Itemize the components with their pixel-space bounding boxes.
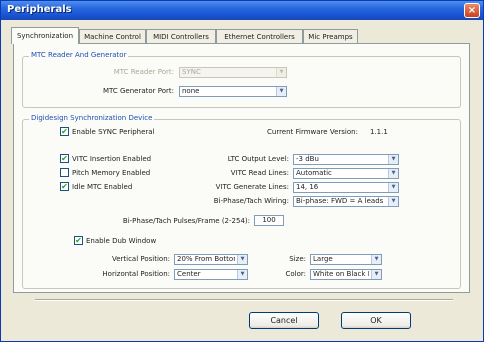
chevron-down-icon: ▼: [371, 270, 381, 279]
checkmark-icon: ✔: [75, 235, 82, 245]
ltc-output-value: -3 dBu: [296, 155, 319, 163]
dub-window-checkbox[interactable]: ✔: [74, 236, 83, 245]
chevron-down-icon: ▼: [237, 270, 247, 279]
tab-midi-controllers[interactable]: MIDI Controllers: [146, 29, 216, 43]
biphase-wiring-label: Bi-Phase/Tach Wiring:: [213, 197, 289, 205]
color-select[interactable]: White on Black Bkgnd ▼: [310, 269, 382, 280]
tab-synchronization[interactable]: Synchronization: [11, 27, 79, 44]
pitch-memory-checkbox[interactable]: [60, 168, 69, 177]
enable-sync-checkbox[interactable]: ✔: [60, 127, 69, 136]
chevron-down-icon: ▼: [276, 87, 286, 96]
chevron-down-icon: ▼: [371, 255, 381, 264]
window-title: Peripherals: [7, 4, 72, 15]
peripherals-dialog: Peripherals × Synchronization Machine Co…: [0, 0, 484, 342]
enable-sync-label: Enable SYNC Peripheral: [72, 128, 155, 136]
checkmark-icon: ✔: [61, 181, 68, 191]
tab-machine-control[interactable]: Machine Control: [79, 29, 146, 43]
vitc-read-value: Automatic: [296, 169, 332, 177]
synchronization-panel: MTC Reader And Generator MTC Reader Port…: [13, 43, 470, 293]
firmware-value: 1.1.1: [370, 128, 388, 136]
mtc-reader-port-label: MTC Reader Port:: [113, 68, 174, 76]
ok-button[interactable]: OK: [341, 312, 411, 329]
vitc-read-select[interactable]: Automatic ▼: [293, 168, 399, 179]
chevron-down-icon: ▼: [388, 197, 398, 206]
sync-device-group-legend: Digidesign Synchronization Device: [29, 114, 155, 122]
size-select[interactable]: Large ▼: [310, 254, 382, 265]
idle-mtc-checkbox[interactable]: ✔: [60, 182, 69, 191]
tab-label: Synchronization: [16, 32, 74, 40]
mtc-reader-port-select: SYNC ▼: [179, 67, 287, 78]
footer-divider: [35, 299, 453, 301]
horizontal-position-label: Horizontal Position:: [102, 270, 170, 278]
color-label: Color:: [285, 270, 306, 278]
dub-window-label: Enable Dub Window: [86, 237, 157, 245]
tab-label: MIDI Controllers: [153, 32, 209, 41]
mtc-generator-port-value: none: [182, 87, 200, 95]
mtc-reader-port-value: SYNC: [182, 68, 201, 76]
tab-ethernet-controllers[interactable]: Ethernet Controllers: [216, 29, 303, 43]
chevron-down-icon: ▼: [237, 255, 247, 264]
cancel-button[interactable]: Cancel: [249, 312, 319, 329]
vitc-read-label: VITC Read Lines:: [230, 169, 289, 177]
vertical-position-value: 20% From Bottom: [177, 255, 235, 263]
close-icon: ×: [467, 4, 477, 16]
vitc-generate-label: VITC Generate Lines:: [215, 183, 289, 191]
pulses-input[interactable]: 100: [254, 215, 284, 226]
pulses-label: Bi-Phase/Tach Pulses/Frame (2-254):: [122, 217, 250, 225]
size-value: Large: [313, 255, 333, 263]
chevron-down-icon: ▼: [388, 169, 398, 178]
tab-label: Machine Control: [84, 32, 141, 41]
biphase-wiring-value: Bi-phase: FWD = A leads: [296, 197, 384, 205]
ltc-output-label: LTC Output Level:: [227, 155, 289, 163]
idle-mtc-label: Idle MTC Enabled: [72, 183, 133, 191]
chevron-down-icon: ▼: [388, 183, 398, 192]
tab-label: Mic Preamps: [308, 32, 353, 41]
firmware-label: Current Firmware Version:: [267, 128, 358, 136]
tab-label: Ethernet Controllers: [224, 32, 295, 41]
mtc-generator-port-select[interactable]: none ▼: [179, 86, 287, 97]
close-button[interactable]: ×: [464, 3, 480, 18]
tab-mic-preamps[interactable]: Mic Preamps: [303, 29, 358, 43]
vitc-insertion-checkbox[interactable]: ✔: [60, 154, 69, 163]
pitch-memory-label: Pitch Memory Enabled: [72, 169, 151, 177]
checkmark-icon: ✔: [61, 153, 68, 163]
mtc-generator-port-label: MTC Generator Port:: [102, 87, 174, 95]
color-value: White on Black Bkgnd: [313, 270, 369, 278]
horizontal-position-select[interactable]: Center ▼: [174, 269, 248, 280]
title-bar[interactable]: Peripherals ×: [1, 1, 483, 20]
biphase-wiring-select[interactable]: Bi-phase: FWD = A leads ▼: [293, 196, 399, 207]
vitc-generate-value: 14, 16: [296, 183, 319, 191]
mtc-group: MTC Reader And Generator: [22, 51, 461, 108]
vitc-generate-select[interactable]: 14, 16 ▼: [293, 182, 399, 193]
horizontal-position-value: Center: [177, 270, 201, 278]
vertical-position-select[interactable]: 20% From Bottom ▼: [174, 254, 248, 265]
mtc-group-legend: MTC Reader And Generator: [29, 51, 129, 59]
ltc-output-select[interactable]: -3 dBu ▼: [293, 154, 399, 165]
checkmark-icon: ✔: [61, 126, 68, 136]
size-label: Size:: [289, 255, 306, 263]
vertical-position-label: Vertical Position:: [111, 255, 170, 263]
chevron-down-icon: ▼: [388, 155, 398, 164]
vitc-insertion-label: VITC Insertion Enabled: [72, 155, 152, 163]
chevron-down-icon: ▼: [276, 68, 286, 77]
